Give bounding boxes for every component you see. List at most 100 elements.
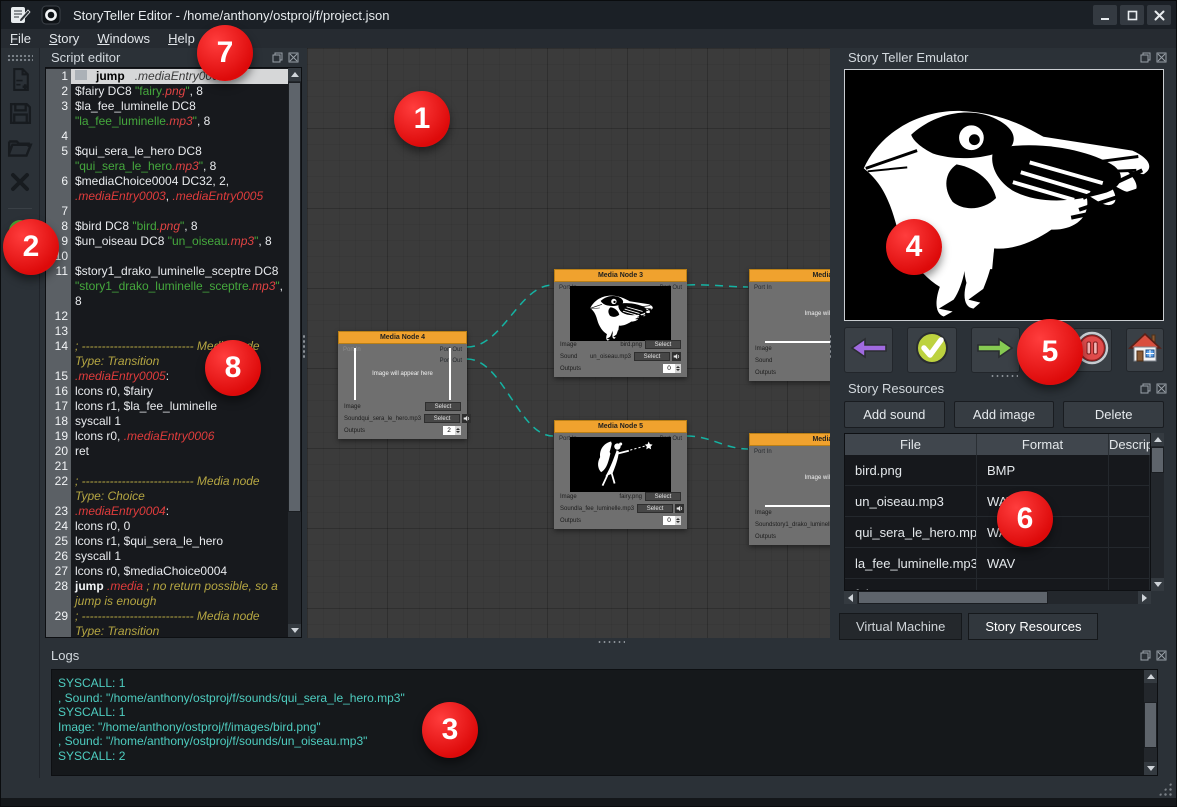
- spinner-arrows-icon[interactable]: [675, 364, 681, 373]
- scroll-down-icon[interactable]: [1151, 578, 1164, 591]
- column-header-description[interactable]: Description: [1109, 434, 1151, 455]
- column-header-format[interactable]: Format: [977, 434, 1109, 455]
- add-sound-button[interactable]: Add sound: [844, 401, 945, 428]
- media-node[interactable]: Media Node 7Port InPort OutImage will ap…: [749, 269, 830, 381]
- spinner-arrows-icon[interactable]: [455, 426, 461, 435]
- maximize-window-button[interactable]: [1120, 5, 1144, 25]
- close-panel-icon[interactable]: [1155, 649, 1168, 662]
- menu-file[interactable]: File: [1, 31, 40, 46]
- code-line[interactable]: 10: [46, 249, 288, 264]
- code-line[interactable]: 2$fairy DC8 "fairy.png", 8: [46, 84, 288, 99]
- open-project-button[interactable]: [6, 136, 34, 164]
- code-line[interactable]: 5$qui_sera_le_hero DC8 "qui_sera_le_hero…: [46, 144, 288, 174]
- outputs-spinner[interactable]: 2: [443, 426, 461, 435]
- code-line[interactable]: 9$un_oiseau DC8 "un_oiseau.mp3", 8: [46, 234, 288, 249]
- table-vscrollbar[interactable]: [1151, 433, 1164, 591]
- close-project-button[interactable]: [6, 170, 34, 198]
- float-panel-icon[interactable]: [1139, 51, 1152, 64]
- code-line[interactable]: 27lcons r0, $mediaChoice0004: [46, 564, 288, 579]
- code-line[interactable]: 3$la_fee_luminelle DC8 "la_fee_luminelle…: [46, 99, 288, 129]
- media-node[interactable]: Media Node 3Port InPort OutImagebird.png…: [554, 269, 687, 377]
- code-line[interactable]: 12: [46, 309, 288, 324]
- speaker-icon[interactable]: [675, 504, 684, 513]
- code-line[interactable]: 4: [46, 129, 288, 144]
- menu-help[interactable]: Help: [159, 31, 204, 46]
- close-panel-icon[interactable]: [287, 51, 300, 64]
- select-button[interactable]: Select: [634, 352, 670, 361]
- table-row[interactable]: fairy.pngBMP: [845, 579, 1150, 591]
- new-project-button[interactable]: [6, 68, 34, 96]
- save-project-button[interactable]: [6, 102, 34, 130]
- code-line[interactable]: 8$bird DC8 "bird.png", 8: [46, 219, 288, 234]
- code-line[interactable]: 29; ---------------------------- Media n…: [46, 609, 288, 638]
- code-line[interactable]: 18syscall 1: [46, 414, 288, 429]
- table-hscrollbar[interactable]: [844, 591, 1151, 604]
- tab-story-resources[interactable]: Story Resources: [968, 613, 1098, 640]
- add-image-button[interactable]: Add image: [954, 401, 1055, 428]
- tab-virtual-machine[interactable]: Virtual Machine: [839, 613, 962, 640]
- outputs-spinner[interactable]: 0: [663, 516, 681, 525]
- scrollbar-thumb[interactable]: [288, 82, 301, 512]
- scroll-right-icon[interactable]: [1138, 591, 1151, 604]
- code-line[interactable]: 21: [46, 459, 288, 474]
- float-panel-icon[interactable]: [1139, 649, 1152, 662]
- float-panel-icon[interactable]: [271, 51, 284, 64]
- ok-button[interactable]: [907, 327, 956, 373]
- code-line[interactable]: 23.mediaEntry0004:: [46, 504, 288, 519]
- scrollbar-thumb[interactable]: [1151, 447, 1164, 473]
- code-line[interactable]: 1jump .mediaEntry0004: [46, 69, 288, 84]
- scroll-down-icon[interactable]: [1144, 762, 1157, 775]
- select-button[interactable]: Select: [645, 340, 681, 349]
- scroll-up-icon[interactable]: [1144, 670, 1157, 683]
- speaker-icon[interactable]: [672, 352, 681, 361]
- spinner-arrows-icon[interactable]: [675, 516, 681, 525]
- scroll-left-icon[interactable]: [844, 591, 857, 604]
- code-line[interactable]: 7: [46, 204, 288, 219]
- toolbar-drag-handle-icon[interactable]: [7, 54, 33, 62]
- editor-scrollbar[interactable]: [288, 68, 301, 637]
- code-line[interactable]: 20ret: [46, 444, 288, 459]
- code-line[interactable]: 11$story1_drako_luminelle_sceptre DC8 "s…: [46, 264, 288, 309]
- select-button[interactable]: Select: [645, 492, 681, 501]
- scroll-up-icon[interactable]: [1151, 433, 1164, 446]
- media-node[interactable]: Media Node 6Port InPort OutImage will ap…: [749, 433, 830, 545]
- table-row[interactable]: la_fee_luminelle.mp3WAV: [845, 548, 1150, 579]
- scroll-down-icon[interactable]: [288, 624, 301, 637]
- select-button[interactable]: Select: [637, 504, 673, 513]
- scrollbar-thumb[interactable]: [858, 591, 1048, 604]
- table-row[interactable]: bird.pngBMP: [845, 455, 1150, 486]
- code-line[interactable]: 28jump .media ; no return possible, so a…: [46, 579, 288, 609]
- log-scrollbar[interactable]: [1144, 670, 1157, 775]
- splitter-handle-emulator[interactable]: [990, 374, 1018, 378]
- code-editor[interactable]: 1jump .mediaEntry00042$fairy DC8 "fairy.…: [45, 67, 302, 638]
- close-panel-icon[interactable]: [1155, 51, 1168, 64]
- code-line[interactable]: 22; ---------------------------- Media n…: [46, 474, 288, 504]
- select-button[interactable]: Select: [425, 402, 461, 411]
- outputs-spinner[interactable]: 0: [663, 364, 681, 373]
- menu-windows[interactable]: Windows: [88, 31, 159, 46]
- media-node[interactable]: Media Node 4Port InPort OutPort OutImage…: [338, 331, 467, 439]
- splitter-handle-left[interactable]: [302, 334, 306, 360]
- scroll-up-icon[interactable]: [288, 68, 301, 81]
- scrollbar-thumb[interactable]: [1144, 702, 1157, 748]
- home-button[interactable]: [1126, 328, 1164, 372]
- select-button[interactable]: Select: [424, 414, 460, 423]
- media-node[interactable]: Media Node 5Port InPort OutImagefairy.pn…: [554, 420, 687, 529]
- previous-button[interactable]: [844, 327, 893, 373]
- code-line[interactable]: 25lcons r1, $qui_sera_le_hero: [46, 534, 288, 549]
- node-graph-canvas[interactable]: Media Node 4Port InPort OutPort OutImage…: [307, 48, 830, 638]
- float-panel-icon[interactable]: [1139, 382, 1152, 395]
- code-line[interactable]: 13: [46, 324, 288, 339]
- code-line[interactable]: 6$mediaChoice0004 DC32, 2, .mediaEntry00…: [46, 174, 288, 204]
- minimize-window-button[interactable]: [1093, 5, 1117, 25]
- close-panel-icon[interactable]: [1155, 382, 1168, 395]
- code-line[interactable]: 26syscall 1: [46, 549, 288, 564]
- close-window-button[interactable]: [1147, 5, 1171, 25]
- speaker-icon[interactable]: [462, 414, 471, 423]
- code-line[interactable]: 24lcons r0, 0: [46, 519, 288, 534]
- column-header-file[interactable]: File: [845, 434, 977, 455]
- code-line[interactable]: 19lcons r0, .mediaEntry0006: [46, 429, 288, 444]
- splitter-handle-bottom[interactable]: [597, 640, 625, 644]
- title-bar[interactable]: StoryTeller Editor - /home/anthony/ostpr…: [1, 1, 1176, 29]
- code-line[interactable]: 17lcons r1, $la_fee_luminelle: [46, 399, 288, 414]
